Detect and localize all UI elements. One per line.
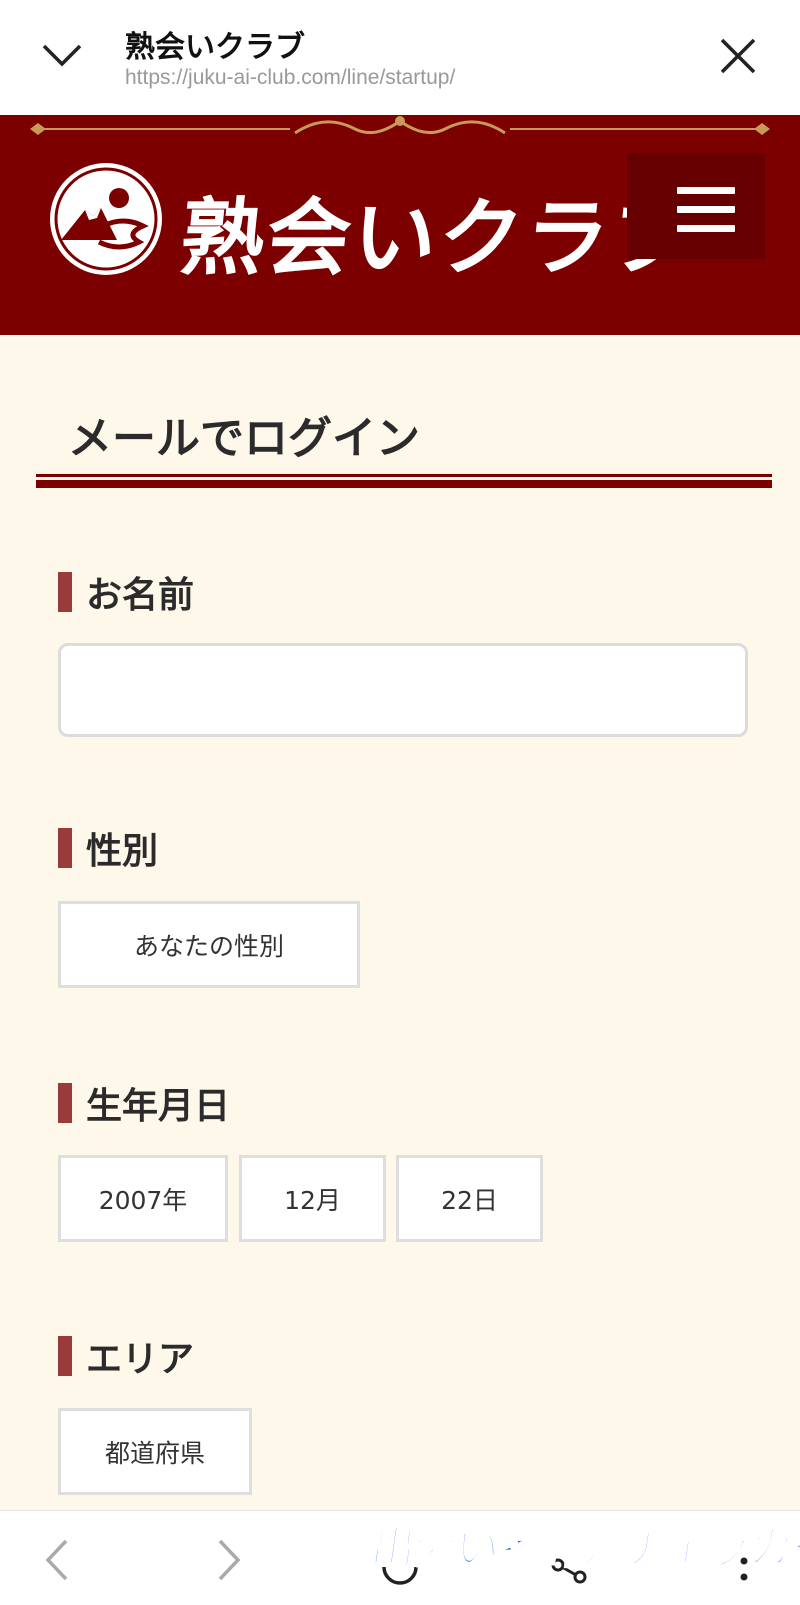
- birth-year-select[interactable]: 2007年: [58, 1155, 228, 1242]
- header-ornament: [30, 116, 770, 135]
- browser-title: 熟会いクラブ: [125, 30, 305, 65]
- browser-top-bar: 熟会いクラブ https://juku-ai-club.com/line/sta…: [0, 0, 800, 115]
- back-icon[interactable]: [36, 1535, 80, 1585]
- area-label: エリア: [58, 1330, 194, 1382]
- chevron-down-icon[interactable]: [38, 34, 86, 74]
- site-header: 熟会いクラブ: [0, 115, 800, 335]
- watermark-text: 出会い系評判チェッカー: [367, 1522, 800, 1575]
- page-title: メールでログイン: [68, 413, 420, 464]
- hamburger-icon: [677, 187, 735, 194]
- name-input[interactable]: [58, 643, 748, 737]
- title-divider: [36, 474, 772, 488]
- site-logo-text[interactable]: 熟会いクラブ: [175, 171, 704, 292]
- name-label: お名前: [58, 566, 194, 618]
- hamburger-menu-button[interactable]: [627, 153, 765, 259]
- browser-url[interactable]: https://juku-ai-club.com/line/startup/: [125, 66, 455, 90]
- gender-select[interactable]: あなたの性別: [58, 901, 360, 988]
- close-icon[interactable]: [716, 34, 760, 78]
- gender-label: 性別: [58, 822, 158, 874]
- logo-mark-icon: [50, 163, 162, 275]
- birth-month-select[interactable]: 12月: [239, 1155, 386, 1242]
- birth-day-select[interactable]: 22日: [396, 1155, 543, 1242]
- forward-icon[interactable]: [206, 1535, 250, 1585]
- area-select[interactable]: 都道府県: [58, 1408, 252, 1495]
- birthday-label: 生年月日: [58, 1077, 230, 1129]
